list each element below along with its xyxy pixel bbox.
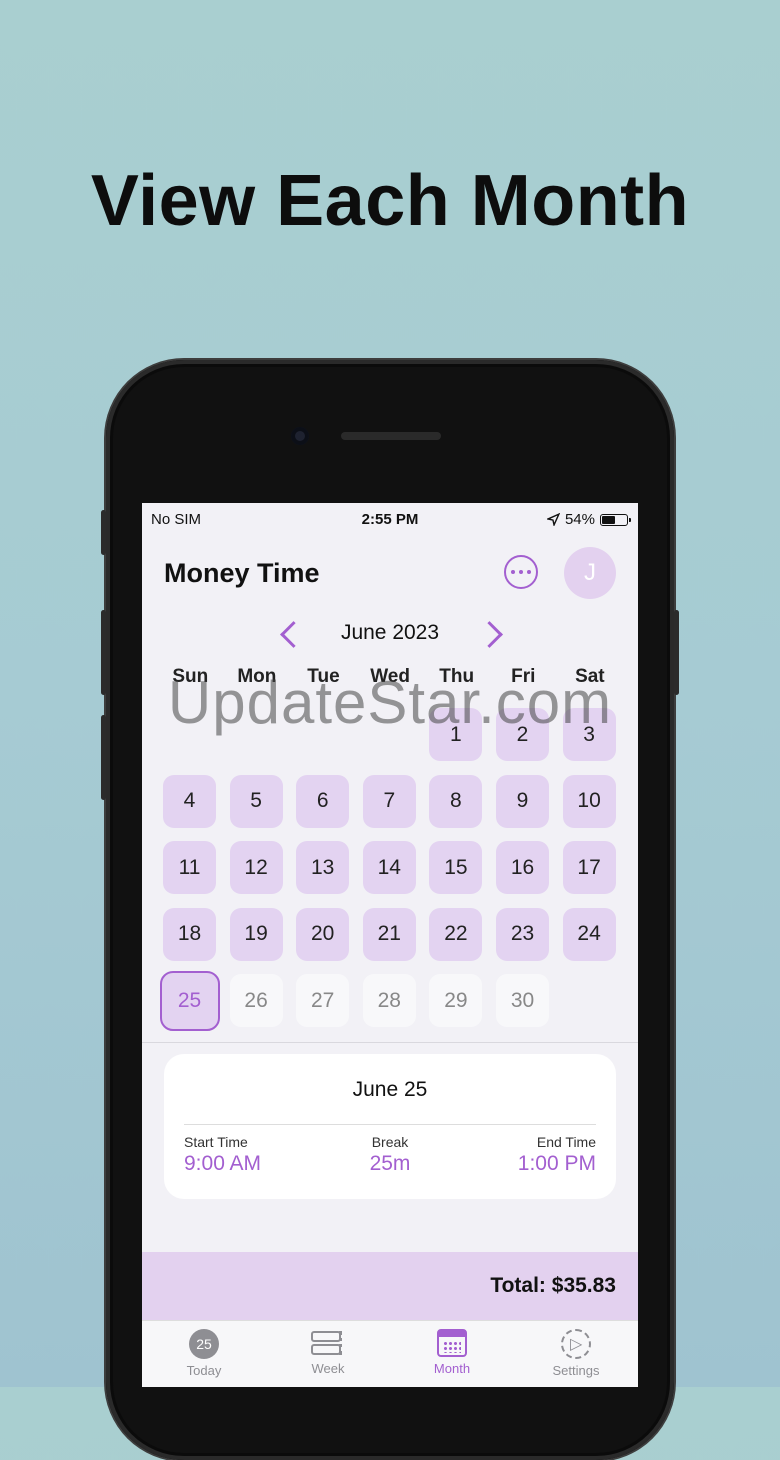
watermark: UpdateStar.com — [167, 669, 613, 736]
calendar-day[interactable]: 30 — [496, 974, 549, 1028]
ellipsis-icon — [511, 570, 515, 574]
detail-date: June 25 — [352, 1078, 428, 1101]
tab-label: Today — [186, 1363, 222, 1378]
tab-month[interactable]: Month — [390, 1329, 514, 1376]
headline: View Each Month — [90, 161, 690, 241]
calendar-day[interactable]: 21 — [362, 907, 416, 961]
calendar-day-selected[interactable]: 25 — [159, 970, 220, 1031]
tab-label: Week — [311, 1361, 345, 1376]
tab-label: Settings — [552, 1363, 600, 1378]
calendar-day[interactable]: 14 — [362, 841, 416, 895]
month-calendar-icon — [437, 1329, 467, 1357]
tab-label: Month — [433, 1361, 471, 1376]
month-label: June 2023 — [340, 621, 440, 644]
calendar-day[interactable]: 29 — [429, 974, 483, 1028]
end-time-value: 1:00 PM — [517, 1152, 596, 1175]
more-options-button[interactable] — [504, 555, 538, 589]
app-title: Money Time — [164, 558, 320, 588]
earpiece-speaker — [341, 432, 441, 440]
total-bar: Total: $35.83 — [142, 1252, 638, 1320]
calendar-day[interactable]: 23 — [496, 907, 549, 961]
month-navigation: June 2023 — [142, 615, 638, 655]
calendar-day[interactable]: 10 — [562, 774, 616, 828]
calendar-day[interactable]: 9 — [496, 774, 549, 828]
screen: No SIM 2:55 PM 54% Money Time J June 202… — [142, 503, 638, 1387]
battery-icon — [600, 513, 631, 526]
calendar-day[interactable]: 12 — [229, 841, 283, 895]
week-icon — [311, 1329, 345, 1357]
calendar-day[interactable]: 19 — [229, 907, 283, 961]
today-icon: 25 — [189, 1329, 219, 1359]
calendar-day[interactable]: 8 — [429, 774, 483, 828]
calendar-day[interactable]: 6 — [296, 774, 350, 828]
phone-frame: No SIM 2:55 PM 54% Money Time J June 202… — [101, 360, 679, 1460]
calendar-day[interactable]: 17 — [562, 841, 616, 895]
calendar-day[interactable]: 22 — [429, 907, 483, 961]
tab-settings[interactable]: Settings — [514, 1329, 638, 1378]
calendar-day[interactable]: 28 — [362, 974, 416, 1028]
calendar-day[interactable]: 24 — [562, 907, 616, 961]
calendar-day[interactable]: 16 — [496, 841, 549, 895]
status-bar: No SIM 2:55 PM 54% — [142, 503, 638, 533]
mute-switch — [101, 510, 106, 555]
status-right: 54% — [546, 511, 631, 528]
calendar-day[interactable]: 13 — [296, 841, 350, 895]
divider — [142, 1042, 638, 1043]
settings-gear-icon — [561, 1329, 591, 1359]
calendar-day[interactable]: 18 — [163, 907, 216, 961]
location-arrow-icon — [546, 513, 560, 526]
total-amount: Total: $35.83 — [490, 1274, 616, 1297]
avatar[interactable]: J — [564, 547, 616, 599]
tab-today[interactable]: 25 Today — [142, 1329, 266, 1378]
calendar-day[interactable]: 27 — [296, 974, 350, 1028]
tab-week[interactable]: Week — [266, 1329, 390, 1376]
battery-percent: 54% — [564, 511, 595, 528]
calendar-day[interactable]: 20 — [296, 907, 350, 961]
calendar-day[interactable]: 15 — [429, 841, 483, 895]
end-time-field[interactable]: End Time 1:00 PM — [518, 1134, 596, 1176]
tab-bar: 25 Today Week Month Settings — [142, 1320, 638, 1387]
calendar-day[interactable]: 11 — [163, 841, 216, 895]
calendar-day[interactable]: 4 — [163, 774, 216, 828]
calendar-day[interactable]: 5 — [229, 774, 283, 828]
calendar-day[interactable]: 26 — [229, 974, 283, 1028]
detail-separator — [184, 1124, 596, 1125]
calendar-day[interactable]: 7 — [362, 774, 416, 828]
front-camera — [291, 427, 309, 445]
day-detail-card[interactable]: June 25 Start Time 9:00 AM Break 25m End… — [164, 1054, 616, 1199]
end-time-label: End Time — [536, 1134, 596, 1150]
